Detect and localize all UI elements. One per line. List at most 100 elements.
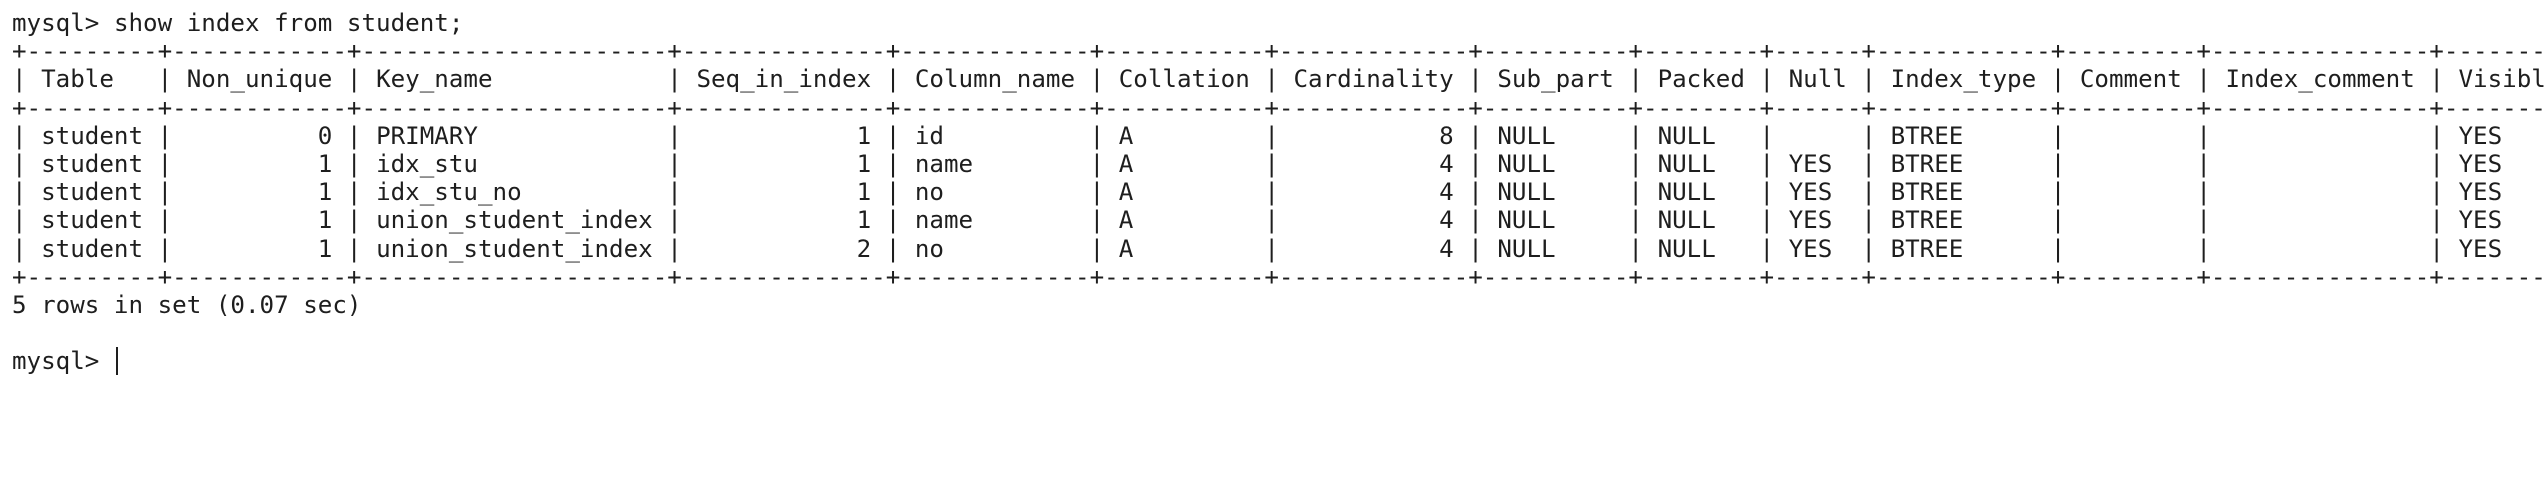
- table-border-top: +---------+------------+----------------…: [12, 37, 2544, 66]
- cell-non_unique: 1: [186, 234, 333, 263]
- cell-table: student: [41, 206, 144, 235]
- cell-cardinality: 4: [1293, 178, 1454, 207]
- cell-cardinality: 4: [1293, 206, 1454, 235]
- cell-column_name: no: [914, 234, 1076, 263]
- cell-key_name: union_student_index: [376, 206, 653, 235]
- command-text: show index from student;: [113, 9, 464, 37]
- cell-index_type: Index_type: [1890, 65, 2037, 94]
- table-row: | student | 1 | idx_stu | 1 | name | A |…: [12, 150, 2544, 178]
- cell-key_name: idx_stu: [376, 149, 653, 178]
- cell-comment: [2080, 122, 2182, 150]
- cell-sub_part: NULL: [1497, 234, 1614, 263]
- cell-key_name: Key_name: [376, 65, 653, 94]
- cell-non_unique: 1: [186, 149, 333, 178]
- table-row: | student | 1 | union_student_index | 1 …: [12, 206, 2544, 234]
- cell-comment: [2080, 235, 2182, 263]
- cell-comment: [2080, 206, 2182, 234]
- cell-index_type: BTREE: [1890, 178, 2037, 207]
- cell-null: YES: [1788, 149, 1847, 178]
- cell-null: YES: [1788, 178, 1847, 207]
- prompt: mysql>: [12, 9, 114, 37]
- table-border-bottom: +---------+------------+----------------…: [12, 262, 2544, 291]
- text-cursor: [115, 347, 118, 376]
- cell-index_type: BTREE: [1890, 234, 2037, 263]
- cell-visible: YES: [2458, 121, 2503, 150]
- cell-index_type: BTREE: [1890, 121, 2037, 150]
- table-row: | student | 1 | union_student_index | 2 …: [12, 235, 2544, 263]
- cell-key_name: idx_stu_no: [376, 178, 653, 207]
- cell-null: [1789, 122, 1847, 150]
- cell-collation: Collation: [1118, 65, 1250, 94]
- cell-table: student: [41, 234, 144, 263]
- cell-visible: YES: [2458, 234, 2503, 263]
- table-row: | student | 1 | idx_stu_no | 1 | no | A …: [12, 178, 2544, 206]
- cell-index_comment: [2226, 178, 2415, 206]
- cell-index_type: BTREE: [1890, 206, 2037, 235]
- cell-sub_part: NULL: [1497, 178, 1614, 207]
- cell-non_unique: 1: [186, 206, 333, 235]
- cell-collation: A: [1118, 178, 1250, 207]
- cell-seq_in_index: 1: [696, 206, 872, 235]
- cell-table: student: [41, 178, 144, 207]
- cell-packed: NULL: [1657, 234, 1745, 263]
- cell-comment: Comment: [2079, 65, 2182, 94]
- cell-column_name: Column_name: [914, 65, 1076, 94]
- cell-collation: A: [1118, 149, 1250, 178]
- cell-null: YES: [1788, 206, 1847, 235]
- input-line[interactable]: mysql>: [12, 347, 2544, 376]
- cell-index_type: BTREE: [1890, 149, 2037, 178]
- cell-collation: A: [1118, 206, 1250, 235]
- cell-non_unique: Non_unique: [186, 65, 333, 94]
- cell-comment: [2080, 150, 2182, 178]
- cell-seq_in_index: 1: [696, 178, 872, 207]
- cell-table: student: [41, 149, 144, 178]
- table-row: | student | 0 | PRIMARY | 1 | id | A | 8…: [12, 122, 2544, 150]
- cell-collation: A: [1118, 121, 1250, 150]
- cell-packed: NULL: [1657, 206, 1745, 235]
- cell-sub_part: NULL: [1497, 206, 1614, 235]
- cell-collation: A: [1118, 234, 1250, 263]
- cell-column_name: no: [914, 178, 1076, 207]
- cell-column_name: name: [914, 149, 1076, 178]
- cell-index_comment: [2226, 122, 2415, 150]
- table-header-row: | Table | Non_unique | Key_name | Seq_in…: [12, 65, 2544, 93]
- cell-column_name: name: [914, 206, 1076, 235]
- cell-packed: NULL: [1657, 178, 1745, 207]
- table-border-header: +---------+------------+----------------…: [12, 93, 2544, 122]
- cell-table: student: [41, 121, 144, 150]
- cell-cardinality: 4: [1293, 234, 1454, 263]
- input-prompt: mysql>: [12, 347, 114, 376]
- cell-index_comment: [2226, 206, 2415, 234]
- cell-cardinality: 4: [1293, 149, 1454, 178]
- cell-cardinality: Cardinality: [1293, 65, 1454, 94]
- cell-sub_part: NULL: [1497, 149, 1614, 178]
- cell-sub_part: Sub_part: [1497, 65, 1614, 94]
- cell-non_unique: 1: [186, 178, 333, 207]
- cell-key_name: union_student_index: [376, 234, 653, 263]
- cell-non_unique: 0: [186, 121, 333, 150]
- cell-index_comment: Index_comment: [2225, 65, 2415, 94]
- cell-seq_in_index: 1: [696, 121, 872, 150]
- cell-key_name: PRIMARY: [376, 121, 653, 150]
- result-summary: 5 rows in set (0.07 sec): [12, 290, 362, 319]
- cell-seq_in_index: 1: [696, 149, 872, 178]
- cell-null: Null: [1788, 65, 1847, 94]
- cell-table: Table: [41, 65, 144, 94]
- cell-null: YES: [1788, 234, 1847, 263]
- terminal-output: mysql> show index from student; +--------…: [12, 9, 2544, 376]
- cell-packed: NULL: [1657, 149, 1745, 178]
- cell-seq_in_index: 2: [696, 234, 872, 263]
- cell-index_comment: [2226, 150, 2415, 178]
- cell-seq_in_index: Seq_in_index: [696, 65, 872, 94]
- table-rows: | student | 0 | PRIMARY | 1 | id | A | 8…: [12, 122, 2544, 263]
- cell-cardinality: 8: [1293, 121, 1454, 150]
- cell-visible: YES: [2458, 178, 2503, 207]
- cell-index_comment: [2226, 235, 2415, 263]
- cell-packed: Packed: [1657, 65, 1745, 94]
- cell-sub_part: NULL: [1497, 121, 1614, 150]
- cell-visible: YES: [2458, 206, 2503, 235]
- terminal-window[interactable]: mysql> show index from student; +--------…: [0, 0, 2544, 496]
- cell-column_name: id: [914, 121, 1076, 150]
- cell-packed: NULL: [1657, 121, 1745, 150]
